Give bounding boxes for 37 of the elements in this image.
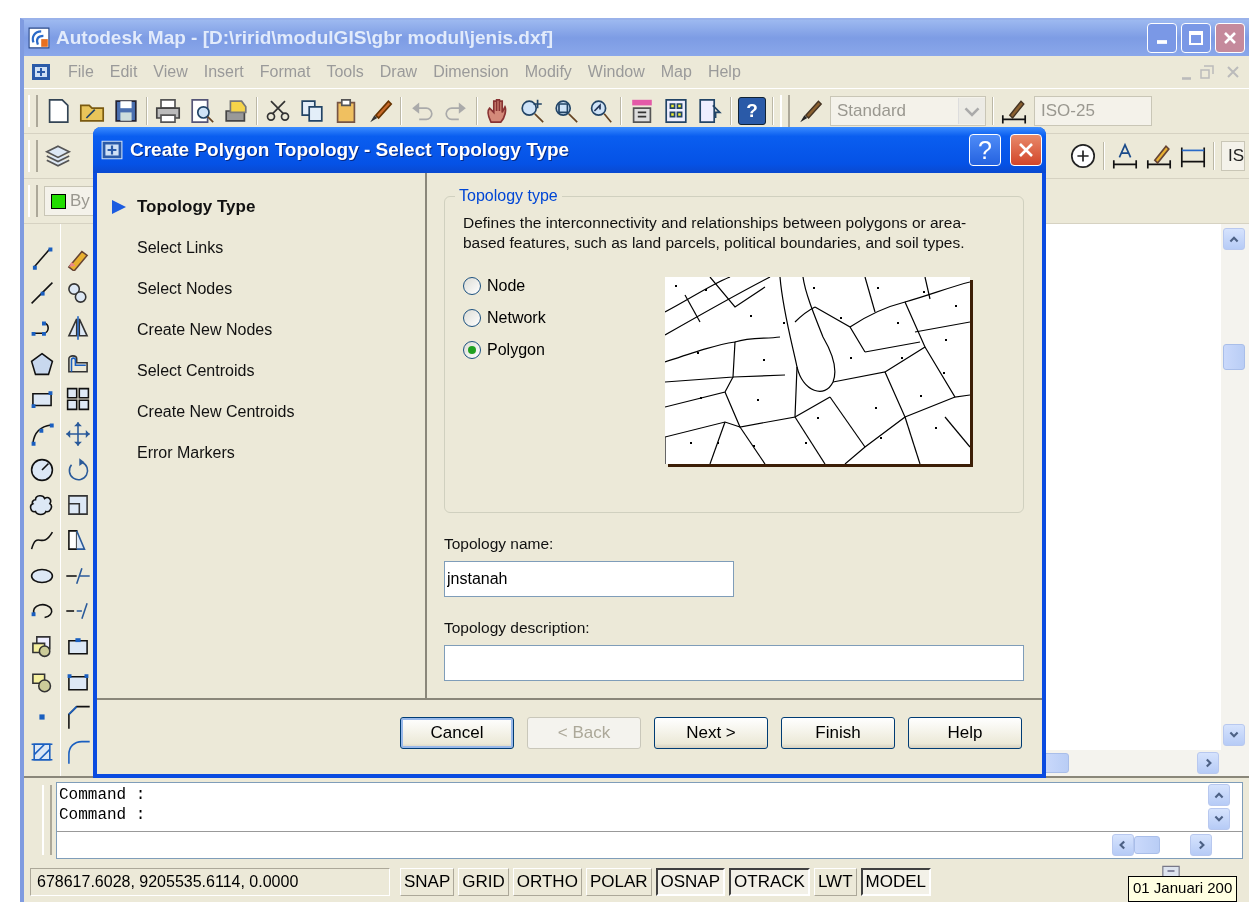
status-toggle-button[interactable]: SNAP: [400, 868, 455, 896]
dialog-button[interactable]: Finish: [781, 717, 895, 749]
status-toggle-button[interactable]: MODEL: [860, 868, 931, 896]
radio-option[interactable]: Node: [463, 277, 665, 295]
date-tooltip: 01 Januari 200: [1128, 876, 1238, 902]
command-line-text: Command :: [58, 784, 147, 805]
radio-option[interactable]: Polygon: [463, 341, 665, 359]
topology-name-field[interactable]: jnstanah: [444, 561, 734, 597]
help-button[interactable]: ?: [969, 134, 1001, 166]
status-toggle-button[interactable]: OTRACK: [729, 868, 810, 896]
dialog-button[interactable]: Help: [908, 717, 1022, 749]
status-toggle-button[interactable]: ORTHO: [512, 868, 582, 896]
command-line-text: Command :: [58, 804, 147, 825]
wizard-step[interactable]: Create New Nodes: [137, 320, 273, 339]
dialog-button[interactable]: Cancel: [400, 717, 514, 749]
field-label: Topology description:: [444, 619, 591, 637]
wizard-step[interactable]: Topology Type: [137, 196, 256, 217]
field-label: Topology name:: [444, 535, 555, 553]
wizard-step[interactable]: Select Centroids: [137, 361, 255, 380]
status-toggle-button[interactable]: OSNAP: [655, 868, 726, 896]
coordinates-readout: 678617.6028, 9205535.6114, 0.0000: [30, 868, 390, 896]
description-text: Defines the interconnectivity and relationships between polygons or area-based features, such as land parcels, political boundaries, and soil types.: [463, 213, 968, 253]
status-toggle-button[interactable]: GRID: [458, 868, 509, 896]
group-title: Topology type: [458, 187, 559, 205]
wizard-step[interactable]: Select Links: [137, 238, 224, 257]
help-button[interactable]: ?: [738, 97, 766, 125]
status-toggle-button[interactable]: LWT: [813, 868, 857, 896]
dialog-title: Create Polygon Topology - Select Topology Type: [130, 139, 570, 161]
dimension-style-field[interactable]: IS: [1221, 141, 1245, 171]
status-toggle-button[interactable]: POLAR: [585, 868, 652, 896]
wizard-step[interactable]: Select Nodes: [137, 279, 233, 298]
radio-option[interactable]: Network: [463, 309, 665, 327]
window-title: Autodesk Map - [D:\ririd\modulGIS\gbr modul\jenis.dxf]: [56, 27, 554, 49]
wizard-step[interactable]: Error Markers: [137, 443, 235, 462]
wizard-step[interactable]: Create New Centroids: [137, 402, 295, 421]
color-label: By: [70, 191, 90, 211]
dialog-button[interactable]: Next >: [654, 717, 768, 749]
